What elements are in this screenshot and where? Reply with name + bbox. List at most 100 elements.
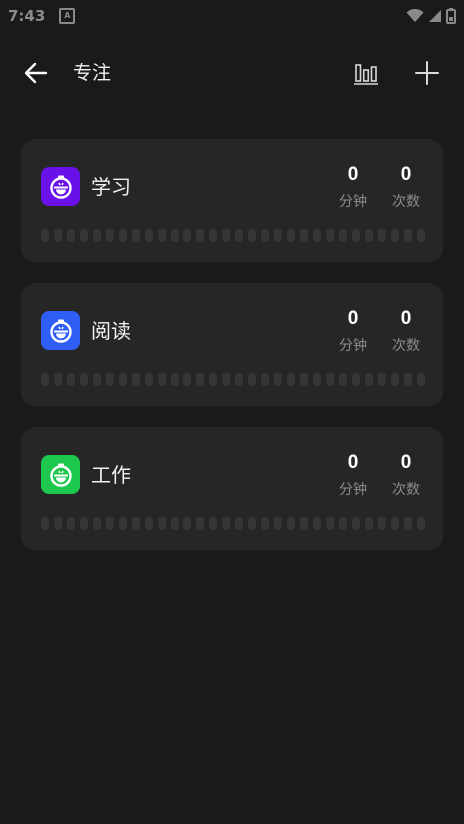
activity-heatmap xyxy=(41,373,425,386)
heatmap-cell xyxy=(248,517,257,530)
heatmap-cell xyxy=(403,517,412,530)
heatmap-cell xyxy=(53,517,62,530)
heatmap-cell xyxy=(105,229,114,242)
heatmap-cell xyxy=(131,373,140,386)
focus-card-reading[interactable]: 阅读 0 分钟 0 次数 xyxy=(21,283,443,406)
wifi-icon xyxy=(406,9,424,22)
heatmap-cell xyxy=(105,373,114,386)
timer-icon xyxy=(49,463,72,487)
heatmap-cell xyxy=(274,229,283,242)
minutes-stat: 0 分钟 xyxy=(333,451,373,501)
heatmap-cell xyxy=(235,229,244,242)
heatmap-cell xyxy=(300,373,309,386)
bar-chart-icon xyxy=(354,64,378,85)
heatmap-cell xyxy=(118,229,127,242)
notification-icon: A xyxy=(59,8,76,24)
plus-icon xyxy=(415,61,439,85)
activity-heatmap xyxy=(41,229,425,242)
heatmap-cell xyxy=(209,229,218,242)
statistics-button[interactable] xyxy=(352,59,380,87)
focus-card-study[interactable]: 学习 0 分钟 0 次数 xyxy=(21,139,443,262)
task-name: 工作 xyxy=(91,463,131,487)
heatmap-cell xyxy=(364,373,373,386)
minutes-label: 分钟 xyxy=(339,482,367,498)
timer-icon xyxy=(49,319,72,343)
heatmap-cell xyxy=(377,517,386,530)
heatmap-cell xyxy=(390,517,399,530)
heatmap-cell xyxy=(287,517,296,530)
focus-screen: 7:43 A 专注 学习 0 分钟 0 次数 阅读 0 分钟 0 次数 工作 0… xyxy=(0,0,464,824)
heatmap-cell xyxy=(183,373,192,386)
heatmap-cell xyxy=(351,229,360,242)
heatmap-cell xyxy=(157,229,166,242)
status-indicators xyxy=(406,8,456,24)
minutes-value: 0 xyxy=(347,308,359,329)
heatmap-cell xyxy=(416,517,425,530)
heatmap-cell xyxy=(183,229,192,242)
focus-card-work[interactable]: 工作 0 分钟 0 次数 xyxy=(21,427,443,550)
heatmap-cell xyxy=(325,373,334,386)
status-time: 7:43 xyxy=(8,7,46,25)
heatmap-cell xyxy=(209,373,218,386)
heatmap-cell xyxy=(403,229,412,242)
heatmap-cell xyxy=(66,517,75,530)
heatmap-cell xyxy=(170,517,179,530)
heatmap-cell xyxy=(157,373,166,386)
activity-heatmap xyxy=(41,517,425,530)
heatmap-cell xyxy=(338,229,347,242)
heatmap-cell xyxy=(41,373,49,386)
heatmap-cell xyxy=(274,517,283,530)
heatmap-cell xyxy=(53,373,62,386)
count-value: 0 xyxy=(400,452,412,473)
battery-icon xyxy=(446,8,456,24)
heatmap-cell xyxy=(416,229,425,242)
heatmap-cell xyxy=(131,229,140,242)
heatmap-cell xyxy=(196,373,205,386)
heatmap-cell xyxy=(261,517,270,530)
heatmap-cell xyxy=(79,229,88,242)
heatmap-cell xyxy=(196,517,205,530)
heatmap-cell xyxy=(92,229,101,242)
heatmap-cell xyxy=(287,373,296,386)
heatmap-cell xyxy=(351,517,360,530)
reading-icon-tile xyxy=(41,311,80,350)
heatmap-cell xyxy=(377,229,386,242)
heatmap-cell xyxy=(390,373,399,386)
minutes-label: 分钟 xyxy=(339,194,367,210)
heatmap-cell xyxy=(105,517,114,530)
heatmap-cell xyxy=(325,229,334,242)
minutes-value: 0 xyxy=(347,164,359,185)
status-bar: 7:43 A xyxy=(0,0,464,32)
heatmap-cell xyxy=(300,229,309,242)
back-button[interactable] xyxy=(22,59,50,87)
page-title: 专注 xyxy=(73,62,112,84)
count-label: 次数 xyxy=(392,338,420,354)
heatmap-cell xyxy=(403,373,412,386)
timer-icon xyxy=(49,175,72,199)
heatmap-cell xyxy=(170,373,179,386)
heatmap-cell xyxy=(144,517,153,530)
heatmap-cell xyxy=(118,517,127,530)
minutes-label: 分钟 xyxy=(339,338,367,354)
heatmap-cell xyxy=(313,517,322,530)
heatmap-cell xyxy=(338,373,347,386)
heatmap-cell xyxy=(41,229,49,242)
heatmap-cell xyxy=(248,229,257,242)
heatmap-cell xyxy=(66,229,75,242)
heatmap-cell xyxy=(79,517,88,530)
heatmap-cell xyxy=(222,229,231,242)
heatmap-cell xyxy=(274,373,283,386)
add-button[interactable] xyxy=(413,59,441,87)
work-icon-tile xyxy=(41,455,80,494)
heatmap-cell xyxy=(364,517,373,530)
minutes-stat: 0 分钟 xyxy=(333,163,373,213)
minutes-stat: 0 分钟 xyxy=(333,307,373,357)
count-label: 次数 xyxy=(392,482,420,498)
count-value: 0 xyxy=(400,164,412,185)
heatmap-cell xyxy=(235,373,244,386)
heatmap-cell xyxy=(300,517,309,530)
heatmap-cell xyxy=(157,517,166,530)
count-stat: 0 次数 xyxy=(386,163,426,213)
task-name: 学习 xyxy=(91,175,131,199)
heatmap-cell xyxy=(131,517,140,530)
